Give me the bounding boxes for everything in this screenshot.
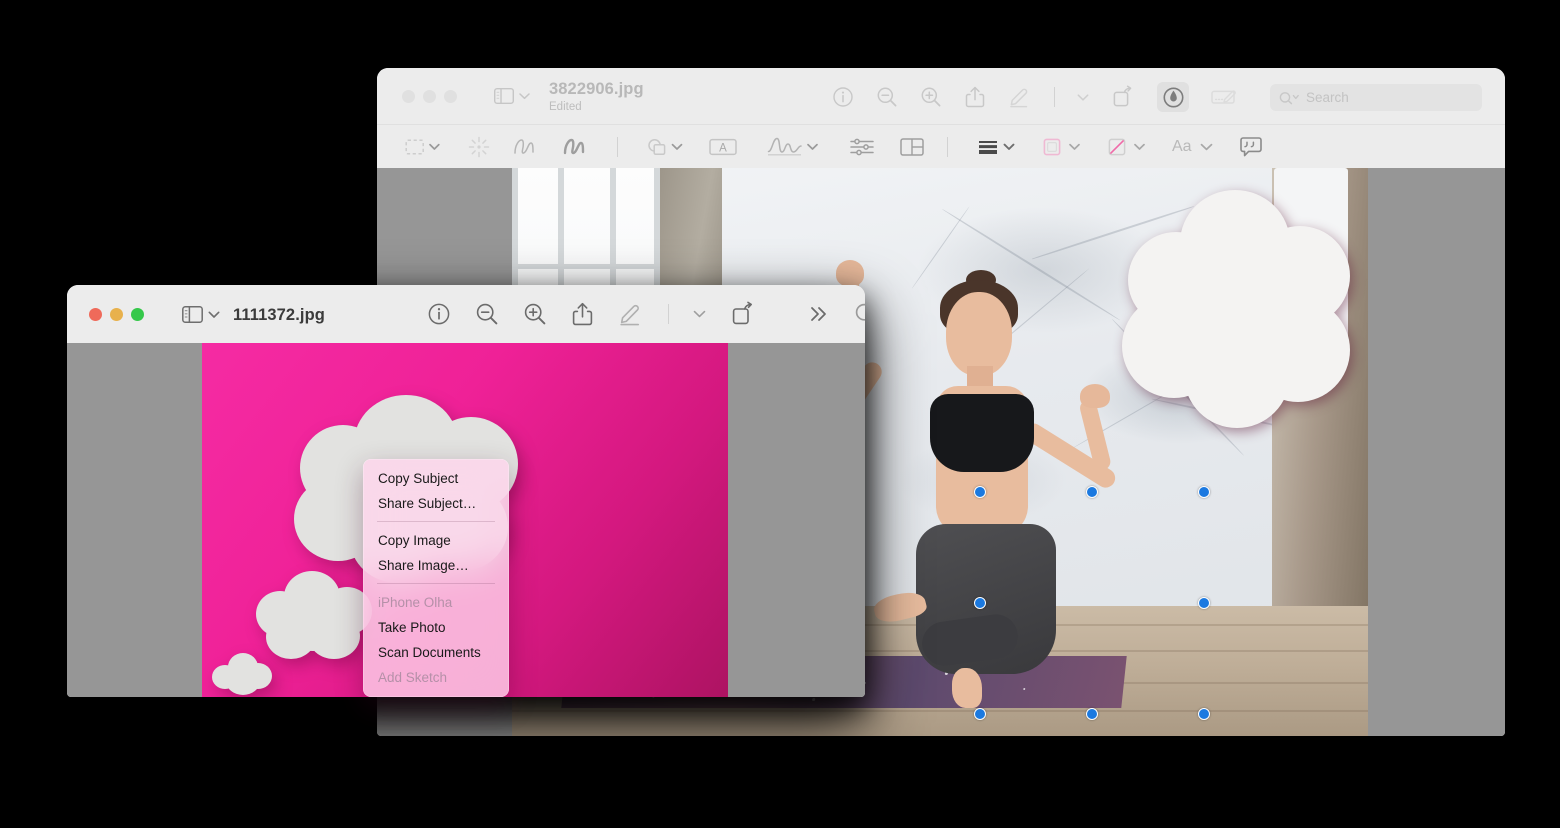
back-window-subtitle: Edited [549, 100, 582, 113]
info-button[interactable] [427, 302, 451, 326]
markup-options-button[interactable] [1077, 93, 1089, 102]
front-window-title-group: 1111372.jpg [233, 303, 325, 327]
menu-item-iphone-olha: iPhone Olha [378, 595, 453, 610]
menu-item-share-image[interactable]: Share Image… [363, 553, 509, 578]
chevron-down-icon [519, 92, 530, 100]
back-window-toolbar[interactable] [832, 82, 1239, 112]
sidebar-icon [182, 306, 203, 323]
face [946, 292, 1012, 376]
border-color-tool[interactable] [1042, 135, 1086, 159]
selection-handle-middle-right[interactable] [1198, 597, 1210, 609]
menu-item-copy-subject[interactable]: Copy Subject [363, 466, 509, 491]
sign-button[interactable] [1211, 87, 1239, 107]
markup-button[interactable] [1008, 85, 1032, 109]
zoom-in-button[interactable] [523, 302, 547, 326]
markup-toolbar[interactable]: A Aa [377, 124, 1505, 168]
overflow-button[interactable] [808, 305, 830, 323]
selection-handle-bottom-right[interactable] [1198, 708, 1210, 720]
selection-handle-middle-left[interactable] [974, 597, 986, 609]
text-aa-icon: Aa [1172, 137, 1192, 155]
sidebar-icon [494, 88, 514, 104]
front-window-traffic-lights[interactable] [89, 308, 144, 321]
search-button[interactable] [854, 302, 865, 326]
sketch-tool[interactable] [512, 135, 538, 159]
rotate-button[interactable] [730, 301, 756, 327]
back-window-title-group: 3822906.jpg Edited [549, 77, 644, 117]
back-window-traffic-lights[interactable] [402, 90, 457, 103]
selection-handle-bottom-center[interactable] [1086, 708, 1098, 720]
rotate-button[interactable] [1111, 85, 1135, 109]
toolbar-divider [1054, 87, 1055, 107]
front-window-toolbar[interactable] [427, 301, 865, 327]
search-chevron-icon [1279, 91, 1300, 105]
markup-button[interactable] [618, 301, 644, 327]
image-context-menu[interactable]: Copy Subject Share Subject… Copy Image S… [363, 459, 509, 697]
selection-tool[interactable] [405, 136, 445, 158]
cloud-medium [254, 571, 374, 661]
menu-item-scan-documents[interactable]: Scan Documents [363, 640, 509, 665]
chevron-down-icon [208, 310, 220, 319]
zoom-button[interactable] [444, 90, 457, 103]
text-tool[interactable]: A [709, 136, 737, 158]
markup-options-button[interactable] [693, 309, 706, 319]
person-figure [806, 248, 1160, 718]
zoom-out-button[interactable] [876, 86, 898, 108]
menu-item-add-sketch: Add Sketch [378, 670, 448, 685]
front-window-titlebar[interactable]: 1111372.jpg [67, 285, 865, 343]
screenshot-stage: 3822906.jpg Edited Search A Aa 1111372.j… [0, 0, 1560, 828]
zoom-out-button[interactable] [475, 302, 499, 326]
close-button[interactable] [402, 90, 415, 103]
back-window-titlebar[interactable]: 3822906.jpg Edited Search [377, 68, 1505, 124]
menu-item-copy-image[interactable]: Copy Image [363, 528, 509, 553]
info-button[interactable] [832, 86, 854, 108]
sign-tool[interactable] [766, 135, 822, 159]
back-sidebar-toggle[interactable] [494, 88, 530, 104]
text-style-tool[interactable]: Aa [1172, 138, 1213, 156]
zoom-button[interactable] [131, 308, 144, 321]
menu-separator [377, 583, 495, 584]
share-button[interactable] [964, 85, 986, 109]
selection-handle-bottom-left[interactable] [974, 708, 986, 720]
svg-text:A: A [719, 142, 727, 154]
adjust-color-tool[interactable] [849, 136, 875, 158]
shapes-tool[interactable] [645, 135, 687, 159]
selection-handle-top-left[interactable] [974, 486, 986, 498]
menu-item-take-photo[interactable]: Take Photo [363, 615, 509, 640]
draw-tool[interactable] [562, 135, 588, 159]
front-window-title: 1111372.jpg [233, 305, 325, 324]
instant-alpha-tool[interactable] [467, 135, 491, 159]
selection-handle-top-right[interactable] [1198, 486, 1210, 498]
markup-divider-2 [947, 136, 948, 157]
zoom-in-button[interactable] [920, 86, 942, 108]
close-button[interactable] [89, 308, 102, 321]
shape-style-tool[interactable] [977, 135, 1019, 159]
cloud-small [212, 653, 274, 697]
pasted-cloud-shape[interactable] [1122, 190, 1352, 435]
minimize-button[interactable] [423, 90, 436, 103]
back-window-title: 3822906.jpg [549, 79, 644, 98]
search-input[interactable]: Search [1270, 84, 1482, 111]
markup-divider-1 [617, 136, 618, 157]
sports-bra [930, 394, 1034, 472]
front-sidebar-toggle[interactable] [182, 306, 220, 323]
share-button[interactable] [571, 301, 594, 327]
selection-handle-top-center[interactable] [1086, 486, 1098, 498]
menu-separator [377, 521, 495, 522]
search-placeholder: Search [1306, 90, 1349, 105]
toolbar-divider [668, 304, 669, 324]
annotation-tool[interactable] [1239, 136, 1263, 158]
minimize-button[interactable] [110, 308, 123, 321]
adjust-size-tool[interactable] [899, 135, 925, 159]
fill-color-tool[interactable] [1107, 135, 1151, 159]
menu-item-share-subject[interactable]: Share Subject… [363, 491, 509, 516]
annotate-button[interactable] [1157, 82, 1189, 112]
